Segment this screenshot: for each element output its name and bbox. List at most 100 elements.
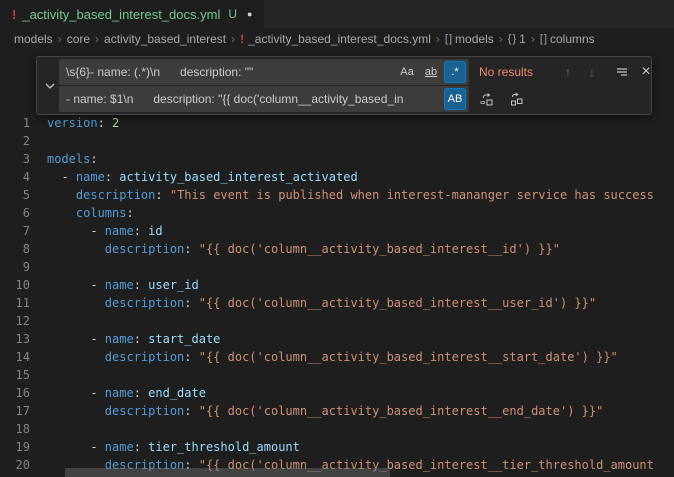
- replace-icon: [479, 92, 494, 107]
- code-line[interactable]: 4 - name: activity_based_interest_activa…: [0, 168, 674, 186]
- code-line[interactable]: 18: [0, 420, 674, 438]
- code-line[interactable]: 16 - name: end_date: [0, 384, 674, 402]
- code-line[interactable]: 15: [0, 366, 674, 384]
- preserve-case-button[interactable]: AB: [444, 88, 466, 110]
- breadcrumb-label: models: [14, 32, 53, 46]
- line-number[interactable]: 7: [0, 222, 30, 240]
- line-number[interactable]: 8: [0, 240, 30, 258]
- next-match-button[interactable]: ↓: [581, 61, 603, 83]
- line-number[interactable]: 10: [0, 276, 30, 294]
- code-line[interactable]: 19 - name: tier_threshold_amount: [0, 438, 674, 456]
- line-number[interactable]: 20: [0, 456, 30, 474]
- regex-button[interactable]: .*: [444, 61, 466, 83]
- symbol-object-icon: { }: [508, 33, 515, 45]
- line-number[interactable]: 13: [0, 330, 30, 348]
- match-case-button[interactable]: Aa: [396, 61, 418, 83]
- replace-options: AB: [442, 88, 466, 110]
- breadcrumb-separator-icon: ›: [499, 32, 503, 46]
- code-line[interactable]: 10 - name: user_id: [0, 276, 674, 294]
- breadcrumb-separator-icon: ›: [436, 32, 440, 46]
- line-number[interactable]: 18: [0, 420, 30, 438]
- dirty-indicator-icon[interactable]: ●: [247, 9, 252, 19]
- line-number[interactable]: 2: [0, 132, 30, 150]
- editor-tab[interactable]: ! _activity_based_interest_docs.yml U ●: [0, 0, 264, 28]
- line-number[interactable]: 6: [0, 204, 30, 222]
- find-input[interactable]: \s{6}- name: (.*)\n description: "" Aa a…: [59, 59, 469, 85]
- code-line[interactable]: 12: [0, 312, 674, 330]
- tab-filename: _activity_based_interest_docs.yml: [22, 7, 220, 22]
- code-line[interactable]: 1 version: 2: [0, 114, 674, 132]
- code-text: version: 2: [47, 114, 119, 132]
- code-line[interactable]: 17 description: "{{ doc('column__activit…: [0, 402, 674, 420]
- vscode-window: ! _activity_based_interest_docs.yml U ● …: [0, 0, 674, 477]
- line-number[interactable]: 17: [0, 402, 30, 420]
- code-text: - name: end_date: [47, 384, 206, 402]
- code-text: - name: user_id: [47, 276, 199, 294]
- toggle-replace-button[interactable]: [41, 60, 59, 111]
- previous-match-button[interactable]: ↑: [557, 61, 579, 83]
- breadcrumb-label: _activity_based_interest_docs.yml: [248, 32, 431, 46]
- line-number[interactable]: 19: [0, 438, 30, 456]
- code-line[interactable]: 6 columns:: [0, 204, 674, 222]
- replace-button[interactable]: [475, 88, 497, 110]
- code-line[interactable]: 2: [0, 132, 674, 150]
- code-text: - name: activity_based_interest_activate…: [47, 168, 358, 186]
- breadcrumb-separator-icon: ›: [95, 32, 99, 46]
- horizontal-scrollbar[interactable]: [65, 468, 390, 477]
- code-line[interactable]: 3models:: [0, 150, 674, 168]
- line-number[interactable]: 5: [0, 186, 30, 204]
- breadcrumb-item[interactable]: { } 1: [508, 32, 526, 46]
- code-text: description: "{{ doc('column__activity_b…: [47, 240, 560, 258]
- editor[interactable]: \s{6}- name: (.*)\n description: "" Aa a…: [0, 50, 674, 477]
- breadcrumb-item[interactable]: models: [14, 32, 53, 46]
- line-number[interactable]: 12: [0, 312, 30, 330]
- replace-input-value: - name: $1\n description: "{{ doc('colum…: [60, 92, 468, 106]
- line-number[interactable]: 1: [0, 114, 30, 132]
- breadcrumb: models › core › activity_based_interest › !_ac…: [0, 28, 674, 50]
- find-in-selection-button[interactable]: [611, 61, 633, 83]
- symbol-array-icon: [ ]: [540, 33, 546, 45]
- code-line[interactable]: 8 description: "{{ doc('column__activity…: [0, 240, 674, 258]
- breadcrumb-label: 1: [519, 32, 526, 46]
- code-text: - name: id: [47, 222, 163, 240]
- code-line[interactable]: 5 description: "This event is published …: [0, 186, 674, 204]
- line-number[interactable]: 9: [0, 258, 30, 276]
- breadcrumb-label: models: [455, 32, 494, 46]
- find-widget: \s{6}- name: (.*)\n description: "" Aa a…: [36, 56, 652, 115]
- breadcrumb-item[interactable]: activity_based_interest: [104, 32, 226, 46]
- find-row: \s{6}- name: (.*)\n description: "" Aa a…: [59, 60, 647, 84]
- replace-all-icon: [509, 92, 524, 107]
- breadcrumb-separator-icon: ›: [58, 32, 62, 46]
- code-line[interactable]: 9: [0, 258, 674, 276]
- close-icon: ×: [641, 63, 650, 81]
- code-text: description: "{{ doc('column__activity_b…: [47, 348, 618, 366]
- results-count: No results: [479, 65, 549, 79]
- line-number[interactable]: 11: [0, 294, 30, 312]
- find-in-selection-icon: [615, 65, 629, 79]
- code-text: - name: start_date: [47, 330, 220, 348]
- breadcrumb-item[interactable]: core: [67, 32, 90, 46]
- line-number[interactable]: 16: [0, 384, 30, 402]
- breadcrumb-label: core: [67, 32, 90, 46]
- code-line[interactable]: 14 description: "{{ doc('column__activit…: [0, 348, 674, 366]
- replace-input[interactable]: - name: $1\n description: "{{ doc('colum…: [59, 86, 469, 112]
- line-number[interactable]: 15: [0, 366, 30, 384]
- code-text: columns:: [47, 204, 134, 222]
- yaml-file-icon: !: [12, 7, 16, 22]
- breadcrumb-item[interactable]: [ ] columns: [540, 32, 595, 46]
- breadcrumb-item[interactable]: [ ]models: [445, 32, 494, 46]
- code-line[interactable]: 11 description: "{{ doc('column__activit…: [0, 294, 674, 312]
- code-line[interactable]: 7 - name: id: [0, 222, 674, 240]
- whole-word-button[interactable]: ab: [420, 61, 442, 83]
- line-number[interactable]: 3: [0, 150, 30, 168]
- line-number[interactable]: 14: [0, 348, 30, 366]
- breadcrumb-item[interactable]: !_activity_based_interest_docs.yml: [240, 32, 431, 46]
- find-options: Aa ab .*: [394, 61, 466, 83]
- breadcrumb-label: columns: [550, 32, 595, 46]
- replace-all-button[interactable]: [505, 88, 527, 110]
- tab-bar: ! _activity_based_interest_docs.yml U ●: [0, 0, 674, 28]
- replace-row: - name: $1\n description: "{{ doc('colum…: [59, 87, 647, 111]
- code-line[interactable]: 13 - name: start_date: [0, 330, 674, 348]
- close-button[interactable]: ×: [635, 61, 657, 83]
- line-number[interactable]: 4: [0, 168, 30, 186]
